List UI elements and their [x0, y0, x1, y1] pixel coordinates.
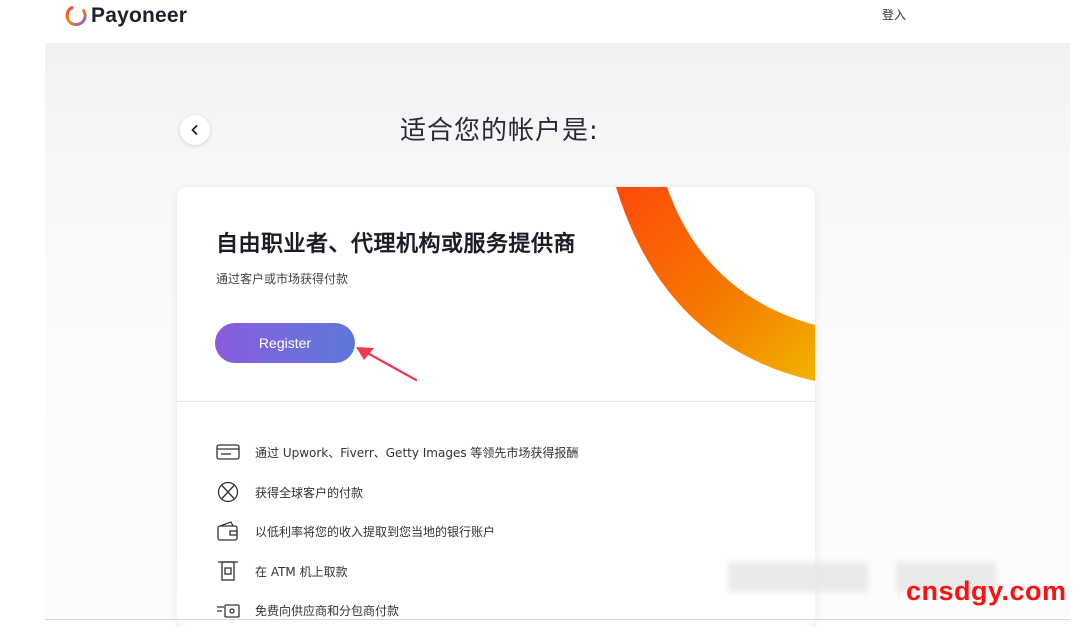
account-type-card: 自由职业者、代理机构或服务提供商 通过客户或市场获得付款 Register 通过…	[177, 187, 815, 627]
globe-icon	[217, 481, 239, 503]
feature-text: 免费向供应商和分包商付款	[255, 603, 400, 618]
payoneer-logo-icon	[65, 6, 87, 27]
feature-item: 通过 Upwork、Fiverr、Getty Images 等领先市场获得报酬	[215, 440, 578, 464]
watermark-text: cnsdgy.com	[906, 576, 1067, 606]
decorative-arc	[616, 187, 815, 381]
feature-text: 获得全球客户的付款	[255, 485, 364, 500]
atm-icon	[218, 561, 238, 581]
feature-item: 获得全球客户的付款	[215, 480, 363, 504]
register-button[interactable]: Register	[215, 323, 355, 363]
page-bottom-divider	[45, 619, 1070, 620]
wallet-icon	[217, 521, 238, 541]
annotation-arrow	[356, 347, 418, 382]
top-bar: Payoneer 登入	[0, 0, 1080, 42]
card-divider	[177, 401, 815, 402]
feature-item: 以低利率将您的收入提取到您当地的银行账户	[215, 519, 495, 543]
blurred-watermark	[728, 562, 868, 592]
brand-name: Payoneer	[91, 4, 188, 27]
chevron-left-icon	[191, 125, 198, 135]
back-button[interactable]	[180, 115, 210, 145]
feature-item: 在 ATM 机上取款	[215, 559, 348, 583]
card-icon	[216, 444, 240, 460]
login-link[interactable]: 登入	[882, 6, 906, 23]
payoneer-logo[interactable]: Payoneer	[64, 3, 187, 29]
page-title: 适合您的帐户是:	[400, 116, 599, 146]
feature-text: 以低利率将您的收入提取到您当地的银行账户	[255, 524, 496, 539]
card-subtitle: 通过客户或市场获得付款	[216, 272, 349, 286]
feature-text: 通过 Upwork、Fiverr、Getty Images 等领先市场获得报酬	[255, 445, 579, 460]
card-heading: 自由职业者、代理机构或服务提供商	[216, 232, 577, 257]
feature-text: 在 ATM 机上取款	[255, 564, 348, 579]
